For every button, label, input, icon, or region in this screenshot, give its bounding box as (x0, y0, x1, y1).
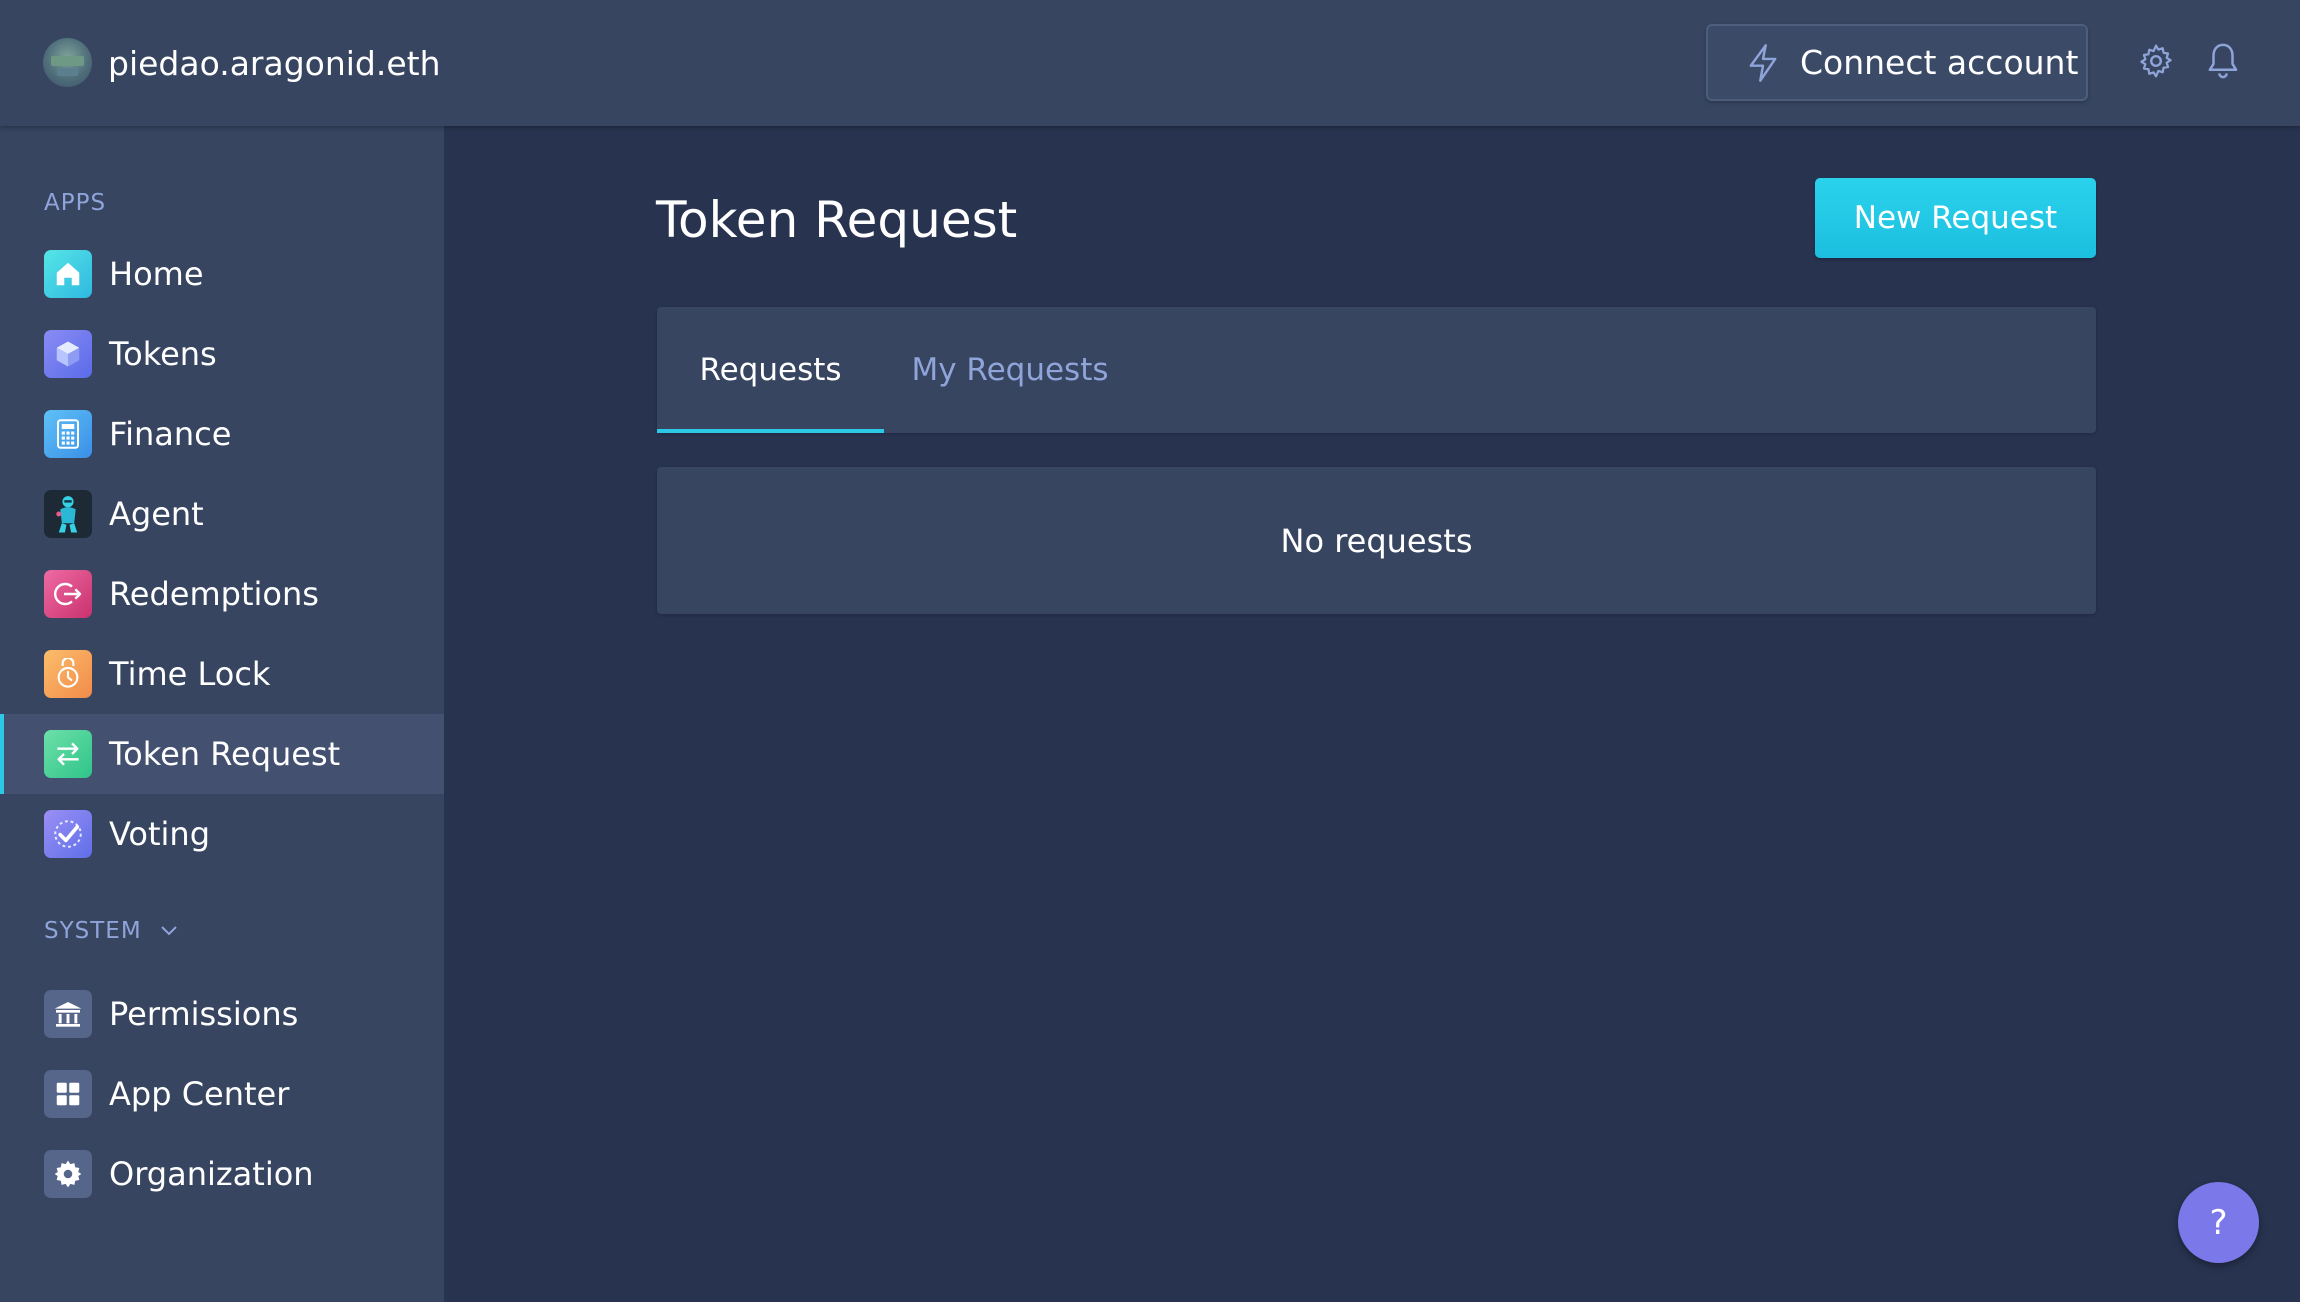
empty-state-panel: No requests (657, 467, 2096, 614)
sidebar-item-label: Finance (109, 415, 232, 453)
new-request-button[interactable]: New Request (1815, 178, 2096, 258)
grid-icon (44, 1070, 92, 1118)
cog-icon (44, 1150, 92, 1198)
org-avatar[interactable] (43, 38, 92, 87)
system-section-label: SYSTEM (44, 918, 142, 944)
sidebar-item-label: Time Lock (109, 655, 271, 693)
sidebar-item-label: Permissions (109, 995, 299, 1033)
connect-account-label: Connect account (1800, 43, 2079, 82)
sidebar-item-tokens[interactable]: Tokens (0, 314, 444, 394)
sidebar-item-label: App Center (109, 1075, 290, 1113)
sidebar-item-finance[interactable]: Finance (0, 394, 444, 474)
connect-account-button[interactable]: Connect account (1706, 24, 2088, 101)
calculator-icon (44, 410, 92, 458)
institution-icon (44, 990, 92, 1038)
sidebar-item-agent[interactable]: Agent (0, 474, 444, 554)
sidebar-item-label: Redemptions (109, 575, 319, 613)
org-name[interactable]: piedao.aragonid.eth (108, 42, 441, 86)
sidebar-item-label: Organization (109, 1155, 314, 1193)
checkmark-icon (44, 810, 92, 858)
tab-label: My Requests (911, 352, 1109, 388)
sidebar-item-redemptions[interactable]: Redemptions (0, 554, 444, 634)
sidebar-item-voting[interactable]: Voting (0, 794, 444, 874)
sidebar-item-label: Voting (109, 815, 211, 853)
tab-my-requests[interactable]: My Requests (884, 307, 1136, 433)
sidebar-item-permissions[interactable]: Permissions (0, 974, 444, 1054)
top-bar: piedao.aragonid.eth Connect account (0, 0, 2300, 126)
active-tab-indicator (657, 429, 884, 433)
robot-icon (44, 490, 92, 538)
sidebar-item-label: Token Request (109, 735, 341, 773)
tab-label: Requests (699, 352, 842, 388)
system-section-toggle[interactable]: SYSTEM (44, 918, 178, 944)
cube-icon (44, 330, 92, 378)
home-icon (44, 250, 92, 298)
help-icon: ? (2209, 1202, 2228, 1243)
page-title: Token Request (656, 191, 1018, 249)
sidebar-item-token-request[interactable]: Token Request (0, 714, 444, 794)
apps-section-label: APPS (44, 190, 107, 216)
sidebar-item-time-lock[interactable]: Time Lock (0, 634, 444, 714)
empty-state-message: No requests (1280, 521, 1473, 560)
chevron-down-icon (160, 926, 177, 936)
sidebar-item-label: Tokens (109, 335, 217, 373)
sidebar-item-app-center[interactable]: App Center (0, 1054, 444, 1134)
swap-arrows-icon (44, 730, 92, 778)
bell-icon[interactable] (2205, 42, 2241, 80)
tabs-bar: Requests My Requests (657, 307, 2096, 433)
timer-lock-icon (44, 650, 92, 698)
sidebar-item-label: Home (109, 255, 204, 293)
help-button[interactable]: ? (2178, 1182, 2259, 1263)
lightning-icon (1749, 43, 1777, 82)
sidebar: APPS Home Tokens Finance Agent Redemptio… (0, 126, 444, 1302)
sidebar-item-home[interactable]: Home (0, 234, 444, 314)
sidebar-item-organization[interactable]: Organization (0, 1134, 444, 1214)
gear-icon[interactable] (2138, 43, 2174, 79)
exit-icon (44, 570, 92, 618)
sidebar-item-label: Agent (109, 495, 204, 533)
tab-requests[interactable]: Requests (657, 307, 884, 433)
